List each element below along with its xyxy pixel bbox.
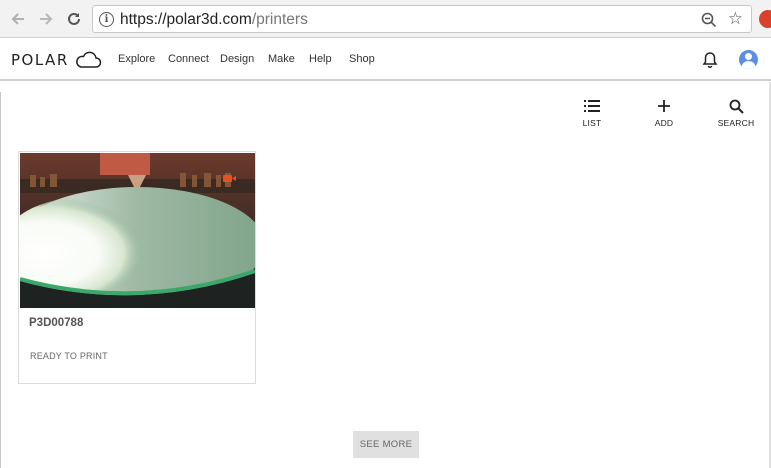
add-button[interactable]: ADD <box>639 96 689 128</box>
extension-icon[interactable] <box>759 10 771 28</box>
nav-help[interactable]: Help <box>309 53 349 65</box>
main-nav: Explore Connect Design Make Help Shop <box>118 53 379 65</box>
add-label: ADD <box>654 118 674 128</box>
printer-name[interactable]: P3D00788 <box>29 317 83 329</box>
cloud-icon <box>75 51 101 68</box>
list-button[interactable]: LIST <box>567 96 617 128</box>
reload-button[interactable] <box>64 9 84 29</box>
polar-logo[interactable]: POLAR <box>11 51 102 69</box>
list-icon <box>567 96 617 116</box>
nav-design[interactable]: Design <box>220 53 268 65</box>
printer-camera-image[interactable] <box>20 153 255 308</box>
arrow-left-icon <box>11 13 24 25</box>
nav-connect[interactable]: Connect <box>168 53 220 65</box>
logo-text: POLAR <box>11 51 69 69</box>
star-icon[interactable]: ☆ <box>728 9 743 29</box>
back-button[interactable] <box>8 9 28 29</box>
search-button[interactable]: SEARCH <box>711 96 761 128</box>
see-more-button[interactable]: SEE MORE <box>353 431 419 458</box>
printer-card[interactable]: P3D00788 READY TO PRINT <box>18 151 256 384</box>
url-host: https://polar3d.com <box>120 11 252 28</box>
nav-explore[interactable]: Explore <box>118 53 168 65</box>
url-text: https://polar3d.com/printers <box>120 11 308 29</box>
list-label: LIST <box>582 118 602 128</box>
zoom-out-icon[interactable] <box>701 12 717 33</box>
avatar[interactable] <box>739 50 758 69</box>
forward-button[interactable] <box>36 9 56 29</box>
search-icon <box>711 96 761 116</box>
plus-icon <box>639 96 689 116</box>
content-border <box>0 92 1 468</box>
browser-toolbar: i https://polar3d.com/printers ☆ <box>0 0 771 38</box>
printer-status: READY TO PRINT <box>30 351 108 361</box>
reload-icon <box>68 12 80 25</box>
address-bar[interactable]: i https://polar3d.com/printers ☆ <box>92 5 752 33</box>
nav-shop[interactable]: Shop <box>349 53 379 65</box>
info-icon[interactable]: i <box>99 12 114 27</box>
app-header: POLAR Explore Connect Design Make Help S… <box>0 39 771 81</box>
url-path: /printers <box>251 11 308 28</box>
bell-icon[interactable] <box>702 51 718 73</box>
arrow-right-icon <box>40 13 53 25</box>
search-label: SEARCH <box>717 118 755 128</box>
nav-make[interactable]: Make <box>268 53 309 65</box>
